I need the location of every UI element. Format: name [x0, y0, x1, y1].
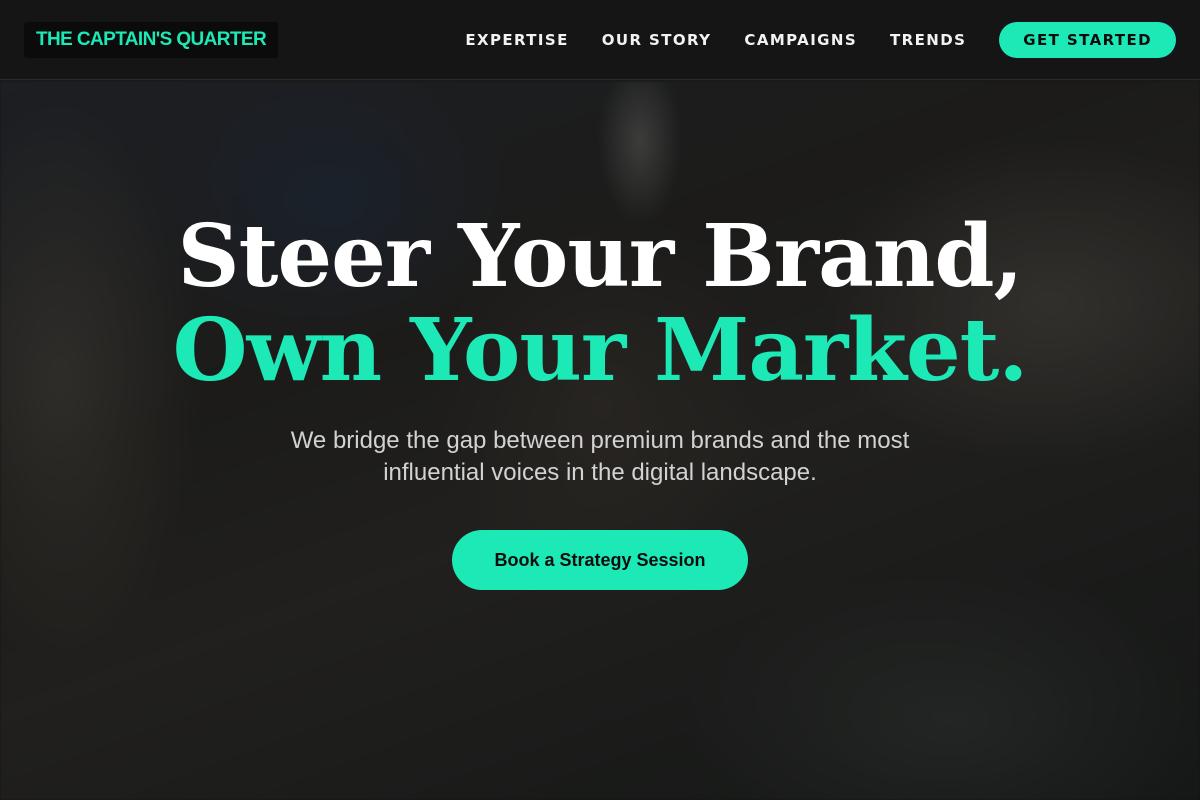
- hero-section: Steer Your Brand, Own Your Market. We br…: [0, 81, 1200, 800]
- hero-headline-line2: Own Your Market.: [172, 300, 1029, 401]
- hero-subtext: We bridge the gap between premium brands…: [290, 427, 910, 486]
- brand-logo[interactable]: THE CAPTAIN'S QUARTER: [24, 21, 279, 58]
- site-header: THE CAPTAIN'S QUARTER EXPERTISE OUR STOR…: [0, 0, 1200, 80]
- book-strategy-session-button[interactable]: Book a Strategy Session: [452, 530, 748, 590]
- nav-link-our-story[interactable]: OUR STORY: [602, 31, 712, 49]
- main-nav: EXPERTISE OUR STORY CAMPAIGNS TRENDS GET…: [465, 21, 1176, 58]
- nav-link-expertise[interactable]: EXPERTISE: [465, 31, 568, 49]
- nav-link-campaigns[interactable]: CAMPAIGNS: [744, 31, 857, 49]
- nav-link-trends[interactable]: TRENDS: [890, 31, 966, 49]
- hero-headline-line1: Steer Your Brand,: [177, 206, 1024, 307]
- get-started-button[interactable]: GET STARTED: [999, 21, 1176, 58]
